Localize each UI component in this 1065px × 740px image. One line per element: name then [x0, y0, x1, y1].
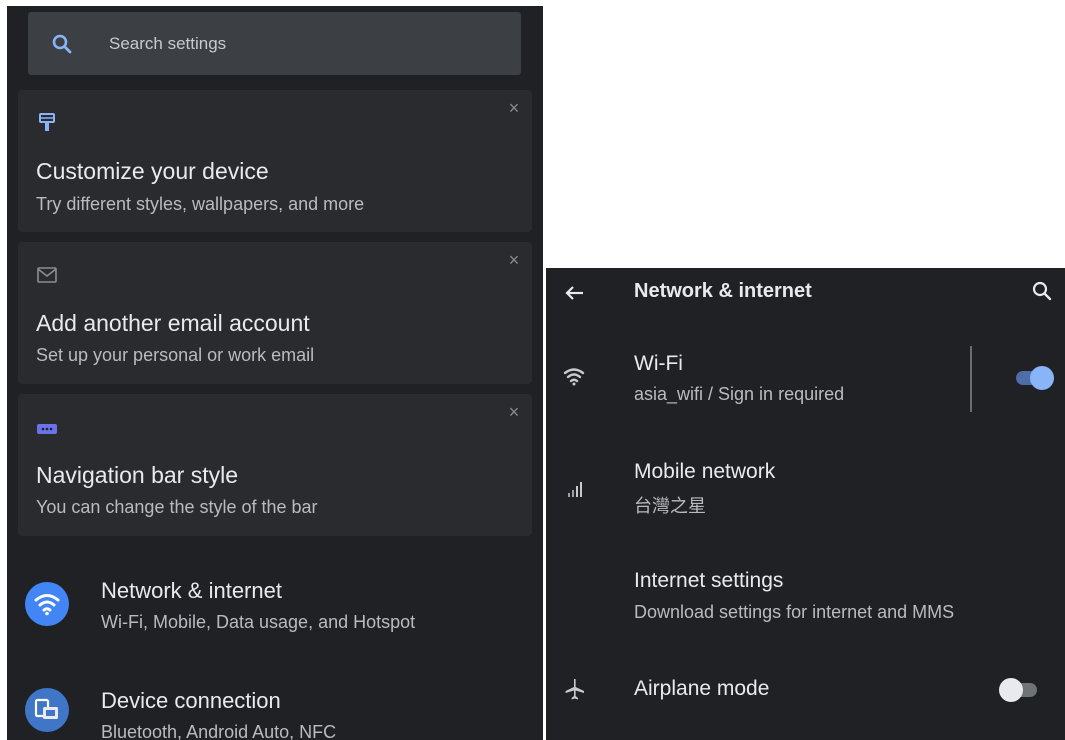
suggestion-card-navigation[interactable]: × Navigation bar style You can change th…: [18, 394, 532, 536]
brush-icon: [39, 113, 55, 131]
network-avatar: [25, 582, 69, 626]
page-title: Network & internet: [634, 280, 812, 302]
item-title: Device connection: [101, 688, 281, 713]
item-subtitle: Bluetooth, Android Auto, NFC: [101, 722, 337, 740]
airplane-mode-row[interactable]: Airplane mode: [546, 664, 1065, 718]
signal-icon: [568, 482, 582, 497]
mobile-network-title: Mobile network: [634, 460, 776, 483]
settings-item-network[interactable]: Network & internet Wi-Fi, Mobile, Data u…: [7, 558, 543, 648]
navigation-bar-icon: [37, 424, 57, 434]
toggle-thumb: [1030, 366, 1054, 390]
internet-settings-subtitle: Download settings for internet and MMS: [634, 602, 955, 622]
airplane-icon: [565, 679, 584, 700]
device-connection-avatar: [25, 688, 69, 732]
card-subtitle: Try different styles, wallpapers, and mo…: [36, 194, 365, 214]
dismiss-card-button[interactable]: ×: [504, 98, 524, 118]
card-title: Navigation bar style: [36, 462, 238, 488]
wifi-title: Wi-Fi: [634, 352, 683, 375]
item-subtitle: Wi-Fi, Mobile, Data usage, and Hotspot: [101, 612, 416, 632]
gmail-icon: [37, 267, 57, 283]
network-internet-panel: Network & internet Wi-Fi asia_wifi / Sig…: [546, 268, 1065, 740]
search-icon: [52, 34, 72, 54]
toggle-thumb: [999, 678, 1023, 702]
card-subtitle: You can change the style of the bar: [36, 497, 318, 517]
internet-settings-row[interactable]: Internet settings Download settings for …: [546, 560, 1065, 640]
wifi-icon: [34, 594, 60, 616]
mobile-network-row[interactable]: Mobile network 台灣之星: [546, 450, 1065, 530]
app-bar: Network & internet: [546, 268, 1065, 316]
airplane-mode-title: Airplane mode: [634, 677, 770, 700]
dismiss-card-button[interactable]: ×: [504, 250, 524, 270]
search-settings-placeholder: Search settings: [109, 34, 227, 53]
wifi-subtitle: asia_wifi / Sign in required: [634, 384, 845, 404]
suggestion-card-email[interactable]: × Add another email account Set up your …: [18, 242, 532, 384]
card-subtitle: Set up your personal or work email: [36, 345, 315, 365]
wifi-row[interactable]: Wi-Fi asia_wifi / Sign in required: [546, 340, 1065, 420]
item-title: Network & internet: [101, 578, 282, 603]
wifi-icon: [563, 368, 585, 386]
suggestion-card-customize[interactable]: × Customize your device Try different st…: [18, 90, 532, 232]
airplane-mode-toggle[interactable]: [999, 677, 1041, 703]
settings-home-panel: Search settings × Customize your device …: [7, 6, 543, 740]
dismiss-card-button[interactable]: ×: [504, 402, 524, 422]
search-settings-bar[interactable]: Search settings: [28, 12, 521, 75]
wifi-toggle[interactable]: [1012, 365, 1054, 391]
card-title: Add another email account: [36, 310, 310, 336]
back-arrow-icon[interactable]: [563, 281, 587, 305]
internet-settings-title: Internet settings: [634, 569, 784, 592]
wifi-divider: [970, 346, 972, 412]
device-connection-icon: [34, 698, 58, 719]
search-icon[interactable]: [1030, 279, 1054, 303]
mobile-network-subtitle: 台灣之星: [634, 496, 706, 516]
card-title: Customize your device: [36, 158, 269, 184]
settings-item-device-connection[interactable]: Device connection Bluetooth, Android Aut…: [7, 668, 543, 740]
